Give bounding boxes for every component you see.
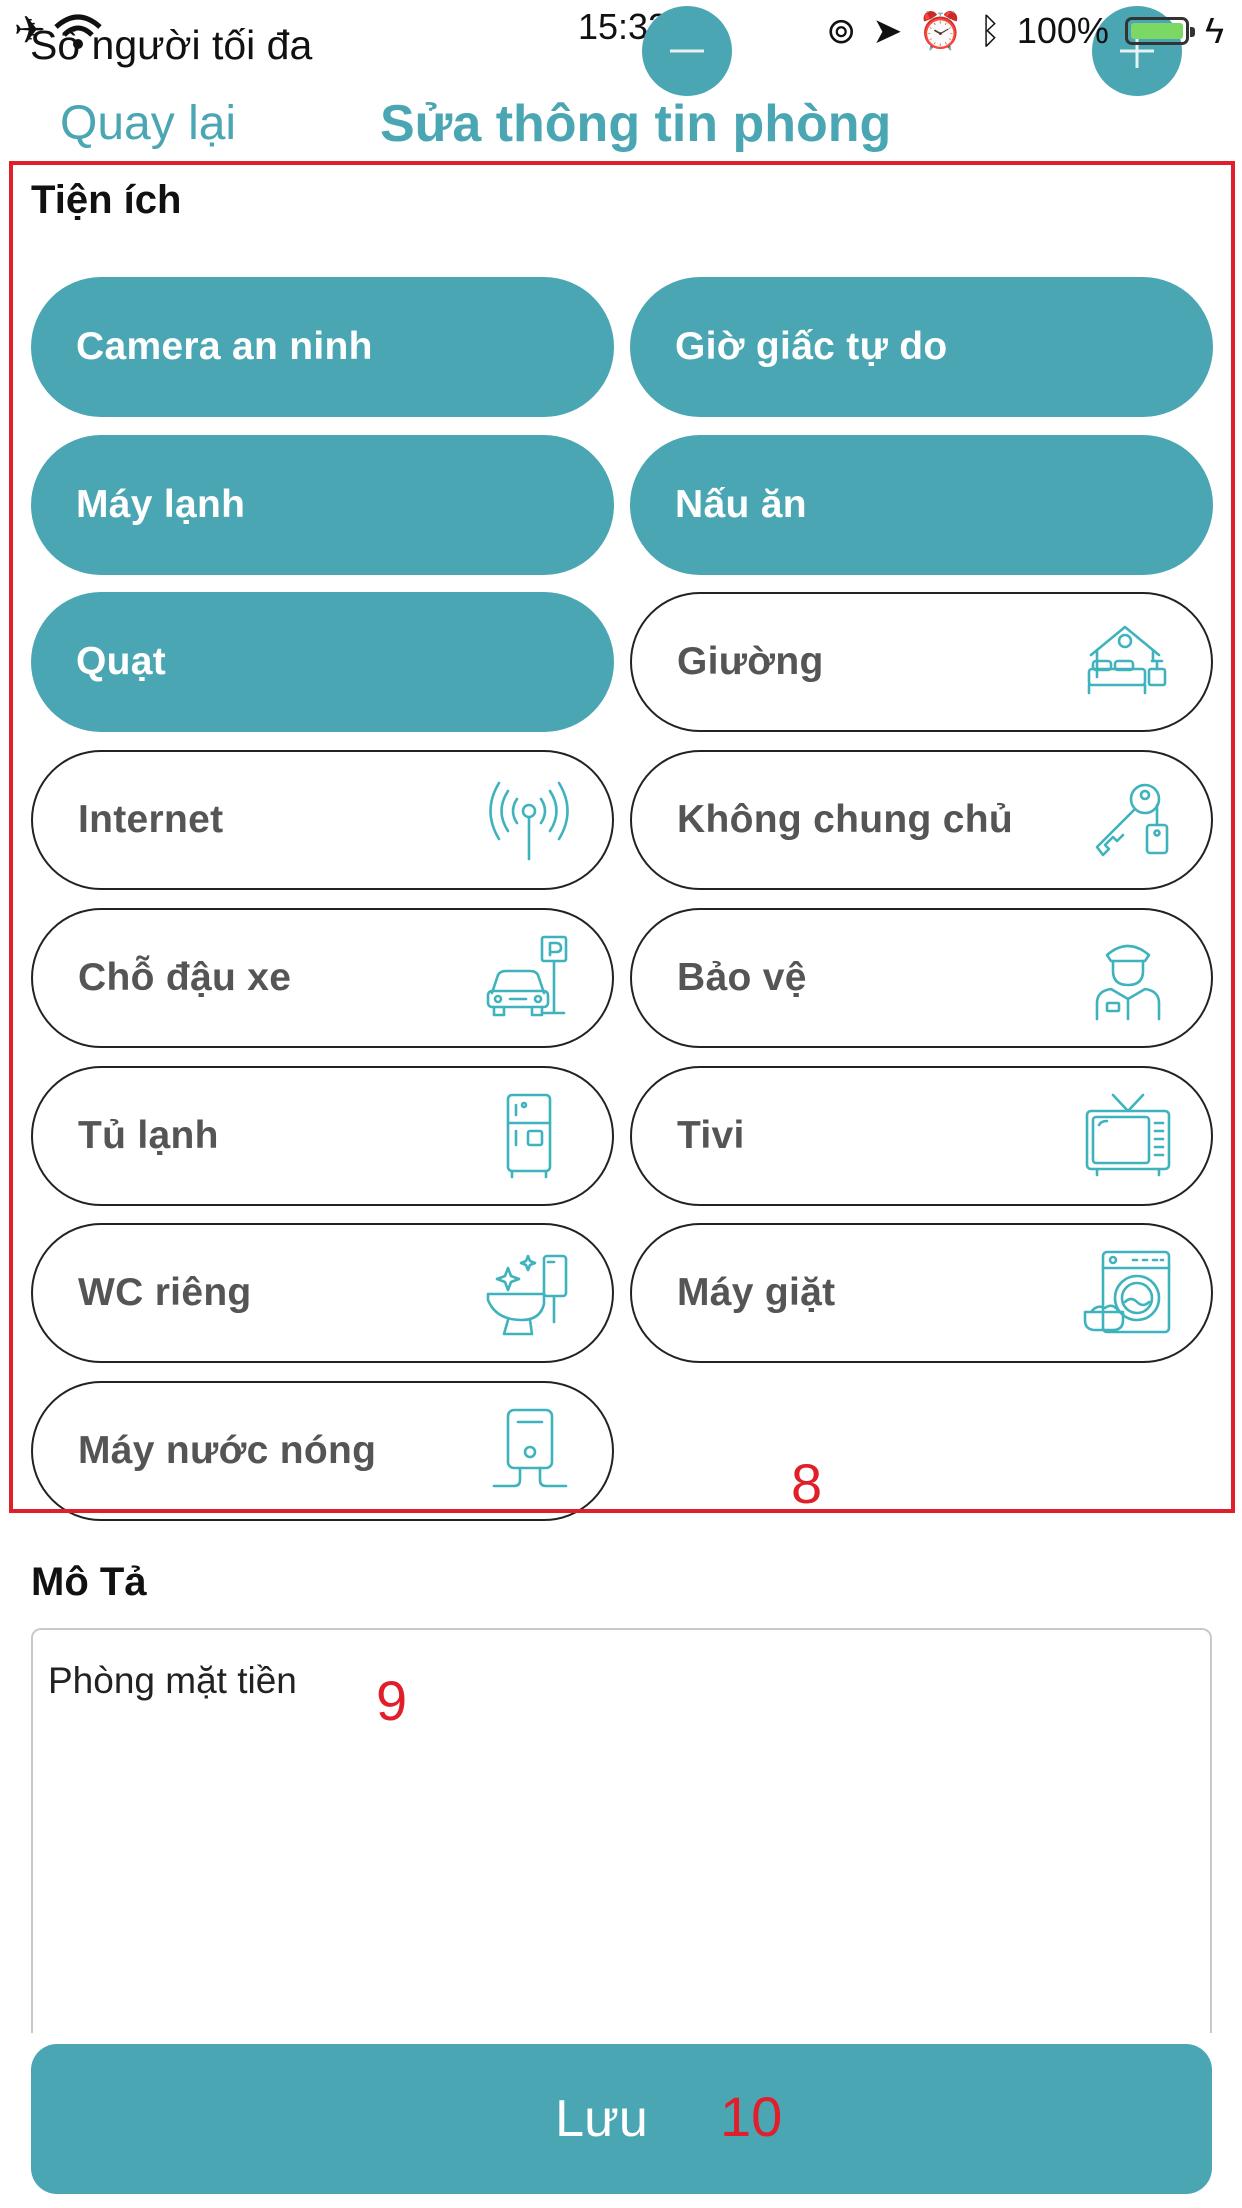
battery-icon: [1124, 17, 1195, 45]
charging-icon: ϟ: [1204, 10, 1224, 51]
minus-icon: [670, 49, 704, 53]
bluetooth-icon: ᛒ: [979, 10, 1001, 51]
airplane-icon: ✈: [14, 10, 46, 52]
description-value: Phòng mặt tiền: [48, 1660, 297, 1701]
save-button-label: Lưu: [555, 2090, 648, 2148]
save-button[interactable]: Lưu: [31, 2044, 1212, 2194]
status-right: ⊚ ➤ ⏰ ᛒ 100% ϟ: [826, 10, 1224, 52]
page-title: Sửa thông tin phòng: [380, 95, 892, 153]
wifi-icon: [54, 14, 102, 49]
orientation-lock-icon: ⊚: [826, 10, 857, 51]
status-bar: Số người tối đa ✈ 15:33 ⊚ ➤ ⏰ ᛒ 100% ϟ: [0, 0, 1242, 96]
alarm-icon: ⏰: [918, 10, 964, 51]
status-left: ✈: [14, 8, 104, 53]
annotation-number: 8: [791, 1452, 823, 1515]
annotation-number: 9: [376, 1669, 408, 1732]
battery-percent: 100%: [1016, 10, 1109, 51]
location-icon: ➤: [872, 10, 903, 51]
decrease-button[interactable]: [642, 6, 732, 96]
description-label: Mô Tả: [31, 1560, 147, 1604]
back-button[interactable]: Quay lại: [60, 96, 236, 151]
annotation-number: 10: [720, 2085, 783, 2148]
description-textarea[interactable]: Phòng mặt tiền: [31, 1628, 1212, 2033]
annotation-box-amenities: [9, 161, 1235, 1513]
